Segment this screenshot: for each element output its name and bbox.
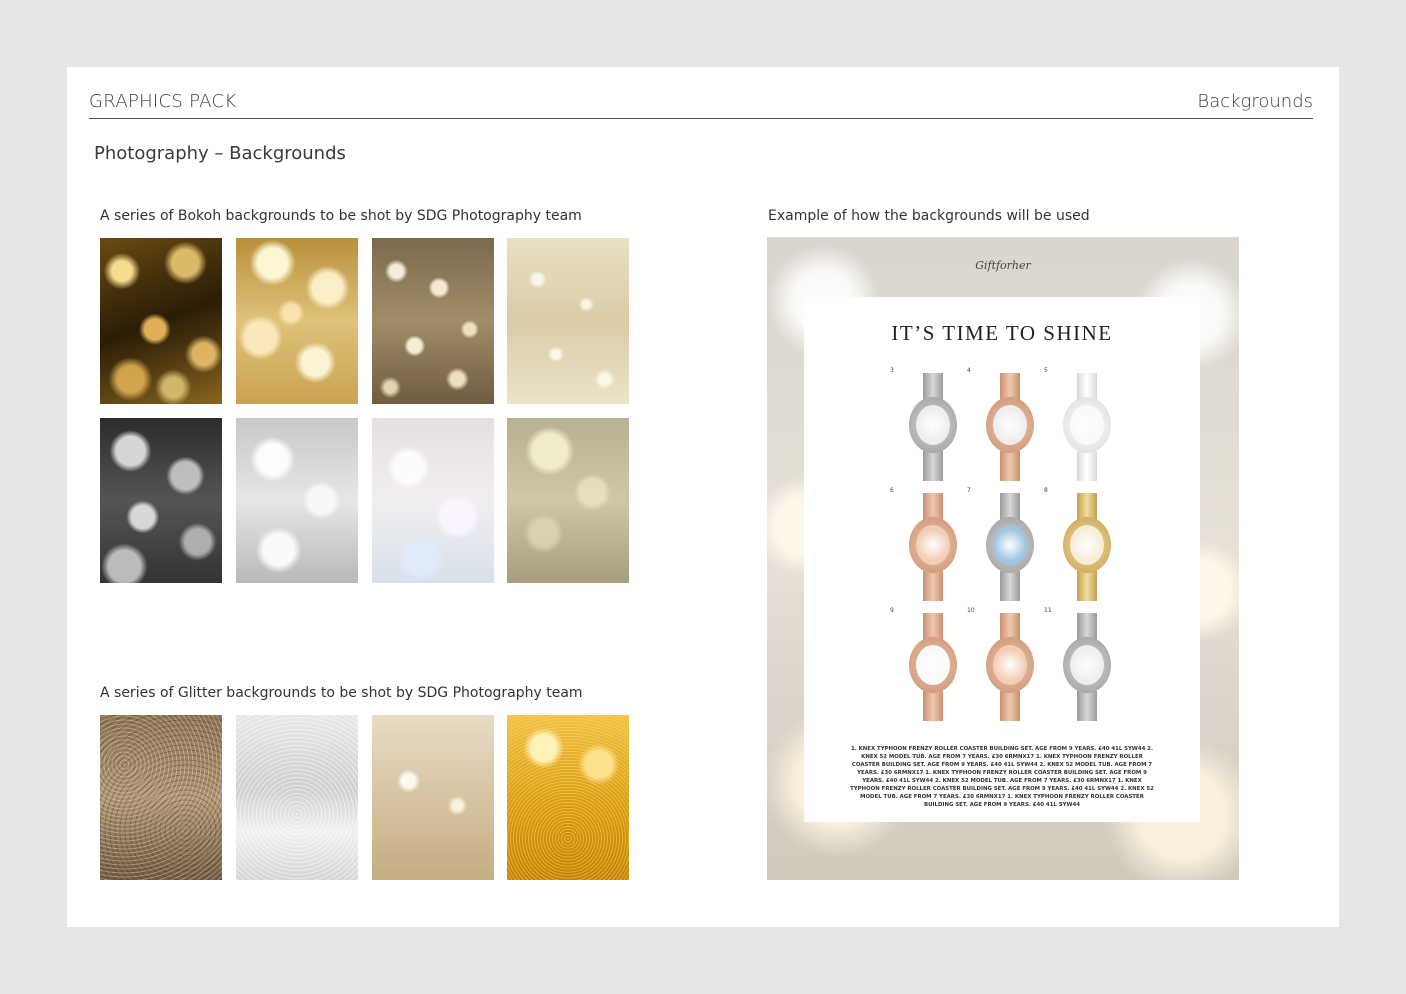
glitter-gold-image (507, 715, 629, 880)
watch-dial (993, 525, 1027, 565)
bokeh-champagne-image (507, 418, 629, 583)
example-card: IT’S TIME TO SHINE 3 4 5 6 7 8 9 10 11 1. KNEX T… (804, 297, 1200, 822)
watch-item: 8 (1044, 487, 1130, 605)
watch-number: 7 (967, 487, 971, 494)
watch-strap (1077, 451, 1097, 481)
watch-number: 9 (890, 607, 894, 614)
watch-item: 5 (1044, 367, 1130, 485)
bokeh-mono-image (100, 418, 222, 583)
bokeh-gold-dark-image (100, 238, 222, 404)
bokeh-gold-light-image (236, 238, 358, 404)
watch-number: 4 (967, 367, 971, 374)
document-page: GRAPHICS PACK Backgrounds Photography – … (67, 67, 1339, 927)
watch-item: 4 (967, 367, 1053, 485)
watch-number: 8 (1044, 487, 1048, 494)
watch-dial (916, 525, 950, 565)
header-title: GRAPHICS PACK (89, 91, 237, 112)
watch-dial (993, 645, 1027, 685)
watch-number: 10 (967, 607, 975, 614)
watch-number: 11 (1044, 607, 1052, 614)
brand-logo: Giftforher (975, 259, 1031, 272)
watch-number: 5 (1044, 367, 1048, 374)
watch-dial (1070, 645, 1104, 685)
bokeh-gold-small-image (372, 238, 494, 404)
watch-strap (1000, 691, 1020, 721)
example-fine-print: 1. KNEX TYPHOON FRENZY ROLLER COASTER BU… (850, 746, 1154, 808)
watch-dial (1070, 525, 1104, 565)
page-subtitle: Photography – Backgrounds (94, 143, 346, 164)
bokeh-silver-image (236, 418, 358, 583)
watch-strap (1077, 571, 1097, 601)
watch-strap (923, 451, 943, 481)
watch-item: 6 (890, 487, 976, 605)
watch-item: 9 (890, 607, 976, 725)
watch-item: 3 (890, 367, 976, 485)
header-section-title: Backgrounds (1197, 91, 1313, 112)
glitter-bronze-image (100, 715, 222, 880)
bokeh-cream-image (507, 238, 629, 404)
watch-strap (1000, 571, 1020, 601)
glitter-caption: A series of Glitter backgrounds to be sh… (100, 685, 583, 701)
watch-item: 11 (1044, 607, 1130, 725)
watch-dial (916, 405, 950, 445)
watch-strap (1077, 691, 1097, 721)
watch-dial (993, 405, 1027, 445)
bokeh-caption: A series of Bokoh backgrounds to be shot… (100, 208, 582, 224)
bokeh-pearl-image (372, 418, 494, 583)
watch-strap (923, 571, 943, 601)
glitter-champagne-image (372, 715, 494, 880)
watch-strap (923, 691, 943, 721)
glitter-silver-image (236, 715, 358, 880)
example-title: IT’S TIME TO SHINE (891, 321, 1113, 345)
header-divider (89, 118, 1313, 119)
watch-strap (1000, 451, 1020, 481)
example-layout-image: Giftforher IT’S TIME TO SHINE 3 4 5 6 7 8 9 10 1… (767, 237, 1239, 880)
watch-item: 10 (967, 607, 1053, 725)
watch-dial (1070, 405, 1104, 445)
watch-number: 6 (890, 487, 894, 494)
example-caption: Example of how the backgrounds will be u… (768, 208, 1090, 224)
watch-number: 3 (890, 367, 894, 374)
watch-item: 7 (967, 487, 1053, 605)
watch-dial (916, 645, 950, 685)
